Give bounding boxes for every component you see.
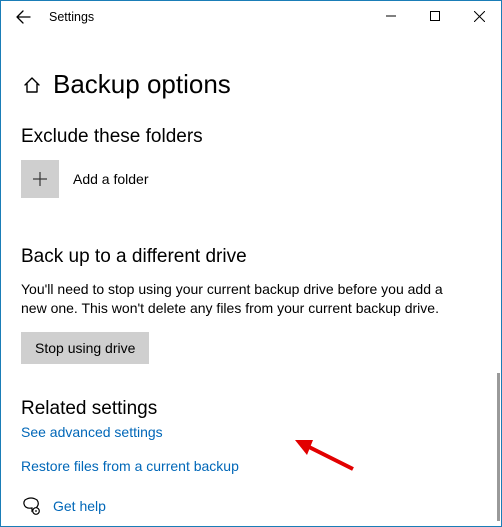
back-button[interactable] xyxy=(9,3,37,31)
get-help-link[interactable]: Get help xyxy=(53,498,106,514)
add-folder-button[interactable]: Add a folder xyxy=(21,160,481,198)
window-title: Settings xyxy=(49,10,94,24)
close-icon xyxy=(474,11,485,22)
maximize-button[interactable] xyxy=(413,1,457,31)
scrollbar[interactable] xyxy=(497,373,500,521)
minimize-icon xyxy=(386,11,396,21)
stop-using-drive-button[interactable]: Stop using drive xyxy=(21,332,149,364)
plus-icon xyxy=(21,160,59,198)
page-title: Backup options xyxy=(53,69,231,100)
get-help-row[interactable]: Get help xyxy=(21,496,481,516)
add-folder-label: Add a folder xyxy=(73,171,149,187)
home-icon[interactable] xyxy=(21,74,43,96)
back-arrow-icon xyxy=(15,9,31,25)
diffdrive-description: You'll need to stop using your current b… xyxy=(21,280,461,318)
window-controls xyxy=(369,1,501,31)
restore-files-link[interactable]: Restore files from a current backup xyxy=(21,458,481,474)
page-title-row: Backup options xyxy=(21,69,481,100)
maximize-icon xyxy=(430,11,440,21)
minimize-button[interactable] xyxy=(369,1,413,31)
diffdrive-heading: Back up to a different drive xyxy=(21,246,481,268)
related-heading: Related settings xyxy=(21,398,481,420)
close-button[interactable] xyxy=(457,1,501,31)
content-area: Backup options Exclude these folders Add… xyxy=(1,33,501,516)
exclude-heading: Exclude these folders xyxy=(21,126,481,148)
help-icon xyxy=(21,496,41,516)
see-advanced-settings-link[interactable]: See advanced settings xyxy=(21,424,481,440)
